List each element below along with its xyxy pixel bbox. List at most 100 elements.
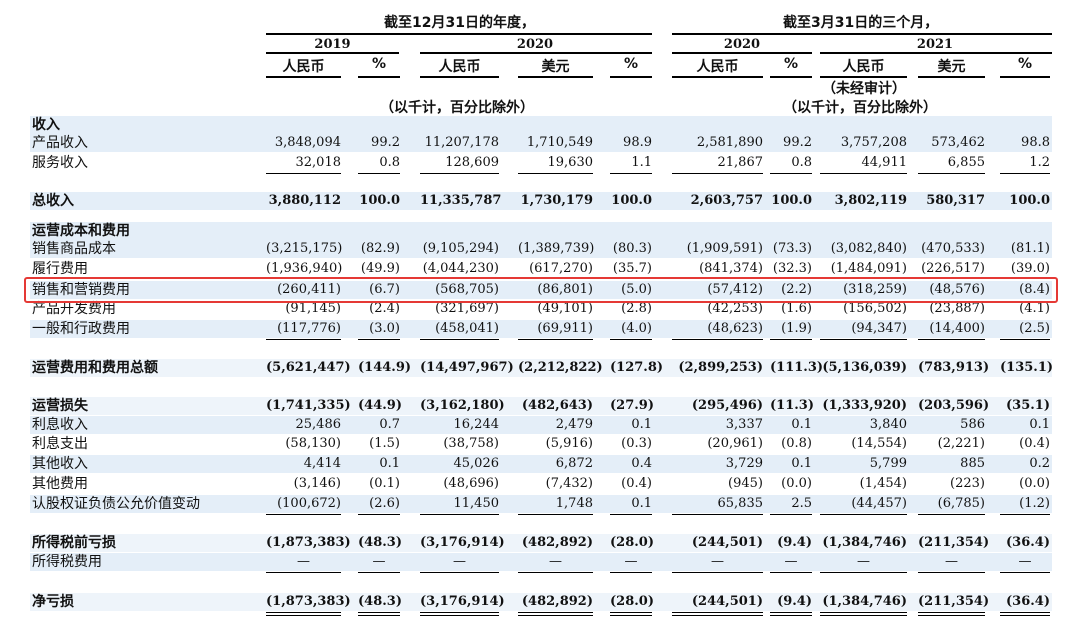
table-cell: — (372, 554, 386, 569)
table-cell: 6,855 (947, 155, 985, 170)
table-cell: (244,501) (691, 535, 763, 550)
table-cell: (28.0) (610, 594, 654, 609)
table-cell: 3,337 (725, 417, 763, 432)
table-cell: (28.0) (610, 535, 654, 550)
table-cell: (203,596) (918, 398, 990, 413)
currency-underline (918, 76, 985, 78)
table-cell: (0.8) (781, 436, 812, 451)
subtotal-underline (672, 339, 763, 340)
table-cell: (482,643) (521, 398, 593, 413)
year-2020-annual: 2020 (516, 37, 554, 52)
table-cell: 573,462 (931, 135, 985, 150)
table-cell: 0.7 (379, 417, 400, 432)
table-cell: (38,758) (443, 436, 499, 451)
subtotal-underline (770, 572, 812, 573)
table-cell: (3,176,914) (420, 535, 505, 550)
table-cell: 21,867 (717, 155, 764, 170)
table-cell: (117,776) (277, 321, 341, 336)
table-cell: 1.1 (631, 155, 652, 170)
table-cell: (5,621,447) (266, 360, 351, 375)
table-cell: (48,696) (443, 476, 499, 491)
subtotal-underline (672, 572, 763, 573)
table-cell: 1.2 (1029, 155, 1050, 170)
table-cell: 1,730,179 (520, 193, 593, 208)
table-cell: 65,835 (717, 496, 764, 511)
table-cell: (39.0) (1010, 261, 1050, 276)
table-cell: (5,136,039) (822, 360, 907, 375)
highlight-box (24, 277, 1058, 303)
table-cell: 2.5 (791, 496, 812, 511)
table-cell: 6,872 (555, 456, 593, 471)
table-cell: 3,802,119 (834, 193, 907, 208)
table-cell: 44,911 (861, 155, 908, 170)
table-cell: 3,757,208 (840, 135, 907, 150)
table-cell: 580,317 (926, 193, 985, 208)
table-cell: (9,105,294) (422, 241, 499, 256)
table-cell: (44.9) (358, 398, 402, 413)
subtotal-underline (1000, 572, 1050, 573)
table-cell: (49.9) (360, 261, 400, 276)
table-cell: (80.3) (612, 241, 652, 256)
table-cell: (0.4) (621, 476, 652, 491)
table-cell: 0.8 (379, 155, 400, 170)
table-cell: (144.9) (358, 360, 412, 375)
table-cell: (1.2) (1019, 496, 1050, 511)
currency-underline (266, 76, 341, 78)
table-cell: (1,389,739) (518, 241, 595, 256)
total-double-underline (918, 612, 985, 616)
table-cell: (14,497,967) (420, 360, 514, 375)
row-label: 一般和行政费用 (32, 321, 130, 337)
subtotal-underline (820, 572, 907, 573)
table-cell: 99.2 (783, 135, 812, 150)
table-cell: (0.0) (1019, 476, 1050, 491)
row-label: 服务收入 (32, 155, 88, 171)
subtotal-underline (918, 173, 985, 174)
table-cell: (9.4) (777, 594, 812, 609)
year-underline (672, 52, 812, 54)
table-cell: 0.1 (631, 496, 652, 511)
subtotal-underline (918, 572, 985, 573)
table-cell: 2,603,757 (690, 193, 763, 208)
subtotal-underline (266, 339, 341, 340)
table-cell: (36.4) (1006, 594, 1050, 609)
currency-header: 美元 (541, 59, 570, 75)
table-cell: (1.9) (781, 321, 812, 336)
table-cell: (2.5) (1019, 321, 1050, 336)
table-cell: 2,479 (555, 417, 593, 432)
table-cell: (3.0) (369, 321, 400, 336)
table-cell: (94,347) (851, 321, 907, 336)
total-double-underline (610, 612, 652, 616)
total-double-underline (266, 612, 341, 616)
table-cell: 3,880,112 (268, 193, 341, 208)
unaudited-note: （未经审计） (822, 81, 906, 97)
table-cell: 4,414 (303, 456, 341, 471)
table-cell: (82.9) (360, 241, 400, 256)
currency-header: % (623, 56, 639, 72)
currency-header: 人民币 (842, 59, 885, 75)
total-double-underline (1000, 612, 1050, 616)
row-label: 运营损失 (32, 398, 88, 414)
subtotal-underline (420, 339, 499, 340)
table-cell: (36.4) (1006, 535, 1050, 550)
table-cell: (3,215,175) (266, 241, 343, 256)
table-cell: 100.0 (771, 193, 812, 208)
row-label: 认股权证负债公允价值变动 (32, 496, 200, 512)
table-cell: (135.1) (1000, 360, 1054, 375)
table-cell: (14,400) (929, 321, 985, 336)
currency-header: % (371, 56, 387, 72)
table-cell: — (453, 554, 466, 569)
currency-underline (358, 76, 400, 78)
table-cell: 11,335,787 (420, 193, 502, 208)
table-cell: (783,913) (918, 360, 990, 375)
table-cell: 0.1 (379, 456, 400, 471)
subtotal-underline (420, 572, 499, 573)
table-cell: 0.1 (791, 417, 812, 432)
subtotal-underline (518, 572, 593, 573)
subtotal-underline (672, 514, 763, 515)
total-double-underline (420, 612, 499, 616)
subtotal-underline (1000, 339, 1050, 340)
subtotal-underline (1000, 173, 1050, 174)
table-cell: (1,741,335) (266, 398, 351, 413)
table-cell: (3,146) (293, 476, 341, 491)
table-cell: (6,785) (937, 496, 985, 511)
